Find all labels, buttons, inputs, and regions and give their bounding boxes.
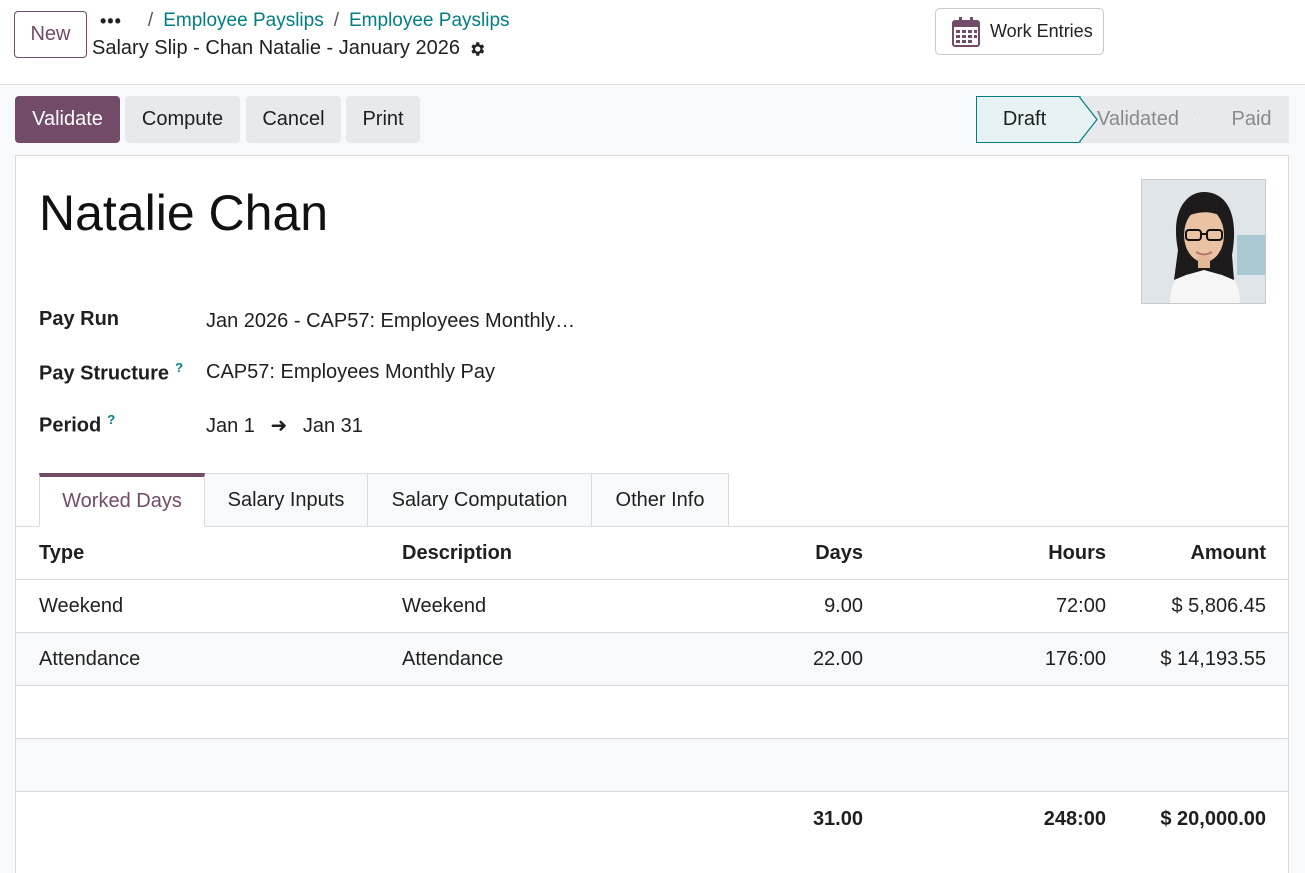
column-header-days[interactable]: Days	[815, 527, 863, 580]
breadcrumb-link-2[interactable]: Employee Payslips	[349, 10, 510, 32]
cell-hours: 176:00	[1044, 648, 1106, 670]
ellipsis-icon[interactable]: •••	[100, 11, 122, 32]
pay-run-label: Pay Run	[39, 308, 120, 330]
stage-paid[interactable]: Paid	[1194, 96, 1289, 143]
period-label-text: Period	[39, 414, 102, 437]
pay-structure-label: Pay Structure?	[39, 360, 183, 386]
pay-structure-field[interactable]: CAP57: Employees Monthly Pay	[206, 361, 495, 384]
stage-validated-label: Validated	[1097, 108, 1179, 130]
form-sheet: Natalie Chan Pay Run Jan 2026 - CAP57: E…	[15, 155, 1289, 873]
stage-draft[interactable]: Draft	[976, 96, 1081, 143]
help-icon[interactable]: ?	[107, 412, 115, 427]
help-icon[interactable]: ?	[175, 360, 183, 375]
stage-separator	[1079, 96, 1098, 143]
total-days: 31.00	[812, 808, 863, 830]
cell-hours: 72:00	[1055, 595, 1106, 617]
control-panel: New ••• / Employee Payslips / Employee P…	[0, 0, 1305, 85]
cell-amount: $ 5,806.45	[1171, 595, 1266, 617]
cancel-button[interactable]: Cancel	[246, 96, 341, 143]
table-totals-row: 31.00 248:00 $ 20,000.00	[16, 792, 1288, 852]
cell-days: 22.00	[812, 648, 863, 670]
period-to-field[interactable]: Jan 31	[303, 415, 363, 437]
stage-draft-label: Draft	[1002, 108, 1047, 130]
cell-type: Attendance	[39, 648, 141, 670]
arrow-right-icon: ➜	[270, 415, 288, 437]
status-bar: Paid Validated Draft	[976, 96, 1289, 143]
record-title-text: Salary Slip - Chan Natalie - January 202…	[92, 37, 460, 59]
table-header: Type Description Days Hours Amount	[16, 527, 1288, 580]
tab-other-info[interactable]: Other Info	[592, 473, 729, 527]
breadcrumb-separator: /	[147, 10, 154, 31]
gear-icon[interactable]	[468, 40, 486, 58]
calendar-icon	[952, 16, 980, 47]
cell-description: Attendance	[402, 648, 504, 670]
column-header-amount[interactable]: Amount	[1190, 527, 1266, 580]
employee-avatar[interactable]	[1141, 179, 1266, 304]
cell-amount: $ 14,193.55	[1160, 648, 1266, 670]
column-header-type[interactable]: Type	[39, 527, 84, 580]
record-title: Salary Slip - Chan Natalie - January 202…	[92, 37, 486, 60]
column-header-description[interactable]: Description	[402, 527, 512, 580]
work-entries-label: Work Entries	[990, 21, 1093, 41]
table-empty-row	[16, 739, 1288, 792]
total-hours: 248:00	[1043, 808, 1106, 830]
worked-days-table: Type Description Days Hours Amount Weeke…	[16, 527, 1288, 852]
tab-salary-computation[interactable]: Salary Computation	[368, 473, 592, 527]
cell-type: Weekend	[39, 595, 124, 617]
new-button[interactable]: New	[14, 11, 87, 58]
period-label: Period?	[39, 412, 115, 438]
employee-name: Natalie Chan	[39, 185, 329, 241]
cell-description: Weekend	[402, 595, 487, 617]
table-row[interactable]: Weekend Weekend 9.00 72:00 $ 5,806.45	[16, 580, 1288, 633]
table-row[interactable]: Attendance Attendance 22.00 176:00 $ 14,…	[16, 633, 1288, 686]
validate-button[interactable]: Validate	[15, 96, 120, 143]
compute-button[interactable]: Compute	[125, 96, 240, 143]
breadcrumb-link-1[interactable]: Employee Payslips	[163, 10, 324, 32]
column-header-hours[interactable]: Hours	[1048, 527, 1106, 580]
period-field: Jan 1 ➜ Jan 31	[206, 413, 363, 438]
tab-worked-days[interactable]: Worked Days	[39, 473, 205, 527]
total-amount: $ 20,000.00	[1160, 808, 1266, 830]
table-empty-row	[16, 686, 1288, 739]
pay-structure-label-text: Pay Structure	[39, 362, 170, 385]
employee-photo	[1142, 180, 1265, 303]
breadcrumb-separator: /	[333, 10, 339, 31]
print-button[interactable]: Print	[346, 96, 420, 143]
cell-days: 9.00	[824, 595, 863, 617]
stage-paid-label: Paid	[1231, 108, 1272, 130]
tab-salary-inputs[interactable]: Salary Inputs	[205, 473, 368, 527]
notebook-tabs: Worked Days Salary Inputs Salary Computa…	[39, 473, 729, 527]
work-entries-button[interactable]: Work Entries	[935, 8, 1104, 55]
status-row: Validate Compute Cancel Print Paid Valid…	[0, 85, 1305, 155]
breadcrumb: ••• / Employee Payslips / Employee Paysl…	[100, 8, 510, 34]
pay-run-field[interactable]: Jan 2026 - CAP57: Employees Monthly…	[206, 310, 575, 333]
period-from-field[interactable]: Jan 1	[206, 415, 255, 437]
